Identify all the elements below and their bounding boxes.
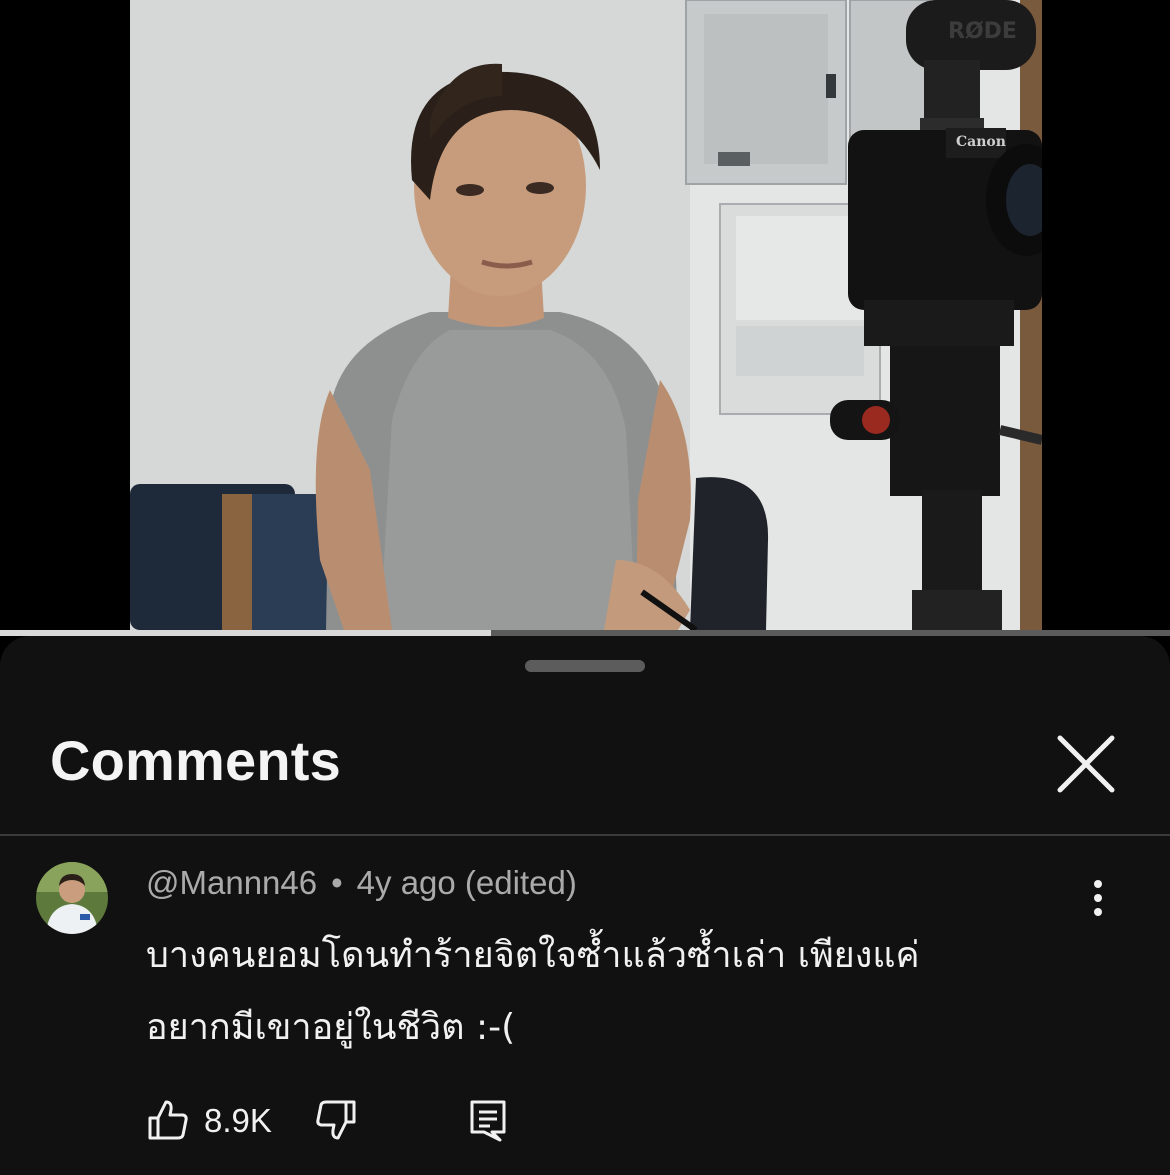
thumbs-up-icon [148,1100,188,1140]
like-button[interactable] [146,1098,190,1142]
comments-title: Comments [50,729,341,792]
comments-sheet: Comments @Mannn46 • 4y ago (edited) บางค… [0,636,1170,1175]
close-button[interactable] [1050,728,1122,800]
avatar[interactable] [36,862,108,934]
mic-brand-label: RØDE [948,19,1017,44]
comment-more-button[interactable] [1076,876,1120,920]
comment-text-line: อยากมีเขาอยู่ในชีวิต :-( [146,1007,516,1048]
thumbs-down-icon [316,1100,356,1140]
like-count: 8.9K [204,1102,272,1139]
sheet-drag-handle[interactable] [525,660,645,672]
meta-separator: • [331,864,343,901]
video-player[interactable]: RØDE Canon [0,0,1170,636]
comment-text-line: บางคนยอมโดนทำร้ายจิตใจซ้ำแล้วซ้ำเล่า เพี… [146,935,920,976]
more-vertical-icon [1094,880,1102,916]
close-icon [1057,735,1115,793]
dislike-button[interactable] [314,1098,358,1142]
reply-icon [470,1100,506,1142]
comment-item: @Mannn46 • 4y ago (edited) บางคนยอมโดนทำร้… [0,836,1170,1175]
comment-meta: @Mannn46 • 4y ago (edited) [146,864,577,902]
comment-text: บางคนยอมโดนทำร้ายจิตใจซ้ำแล้วซ้ำเล่า เพี… [146,920,1076,1064]
camera-brand-label: Canon [956,134,1006,150]
video-still-image: RØDE Canon [130,0,1042,630]
avatar-image [36,862,108,934]
reply-button[interactable] [466,1098,510,1142]
video-frame[interactable]: RØDE Canon [130,0,1042,630]
comment-age: 4y ago (edited) [356,864,577,901]
comment-author[interactable]: @Mannn46 [146,864,317,901]
